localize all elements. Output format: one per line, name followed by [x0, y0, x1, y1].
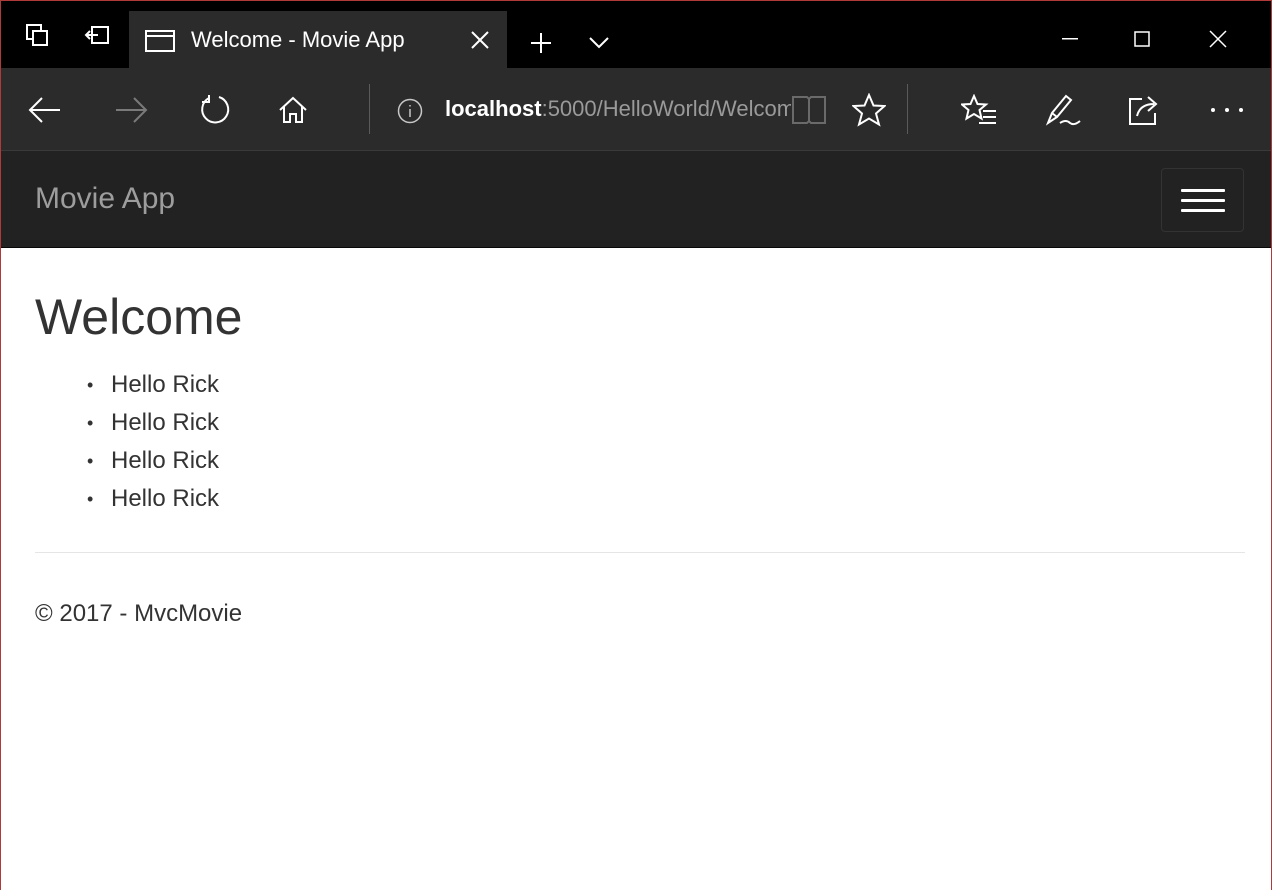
- address-path: :5000/HelloWorld/Welcome: [541, 96, 791, 121]
- more-button[interactable]: [1205, 88, 1249, 132]
- web-note-button[interactable]: [1041, 88, 1085, 132]
- favorite-star-icon: [852, 93, 886, 127]
- tab-manager-icon: [26, 24, 48, 46]
- info-icon: [397, 98, 423, 124]
- hamburger-icon-bar: [1180, 188, 1225, 192]
- active-tab[interactable]: Welcome - Movie App: [129, 11, 507, 69]
- close-tab-icon: [471, 31, 489, 49]
- new-tab-icon: [531, 33, 551, 53]
- new-tab-button[interactable]: [521, 23, 561, 63]
- home-button[interactable]: [271, 88, 315, 132]
- toolbar-divider: [369, 84, 370, 134]
- set-aside-tabs-icon: [84, 26, 109, 44]
- close-window-button[interactable]: [1195, 19, 1241, 59]
- favorites-hub-button[interactable]: [957, 88, 1001, 132]
- reading-view-icon: [792, 96, 826, 124]
- home-icon: [279, 96, 307, 123]
- list-item: Hello Rick: [87, 442, 219, 480]
- footer-copyright: © 2017 - MvcMovie: [35, 600, 243, 627]
- more-icon: [1211, 108, 1243, 112]
- address-bar[interactable]: localhost:5000/HelloWorld/Welcome: [445, 96, 791, 122]
- tab-list-chevron-icon: [589, 37, 609, 49]
- list-item: Hello Rick: [87, 366, 219, 404]
- hamburger-icon-bar: [1180, 208, 1225, 212]
- tab-list-button[interactable]: [581, 23, 617, 63]
- tab-title: Welcome - Movie App: [191, 27, 405, 52]
- nav-toggle-button[interactable]: [1161, 168, 1244, 232]
- tab-strip: Welcome - Movie App: [1, 0, 1271, 69]
- brand-link[interactable]: Movie App: [35, 182, 175, 216]
- maximize-button[interactable]: [1119, 19, 1165, 59]
- forward-button[interactable]: [109, 88, 153, 132]
- maximize-icon: [1134, 31, 1150, 47]
- tab-manager-button[interactable]: [19, 11, 55, 59]
- favorites-hub-icon: [961, 94, 996, 124]
- back-arrow-icon: [28, 97, 60, 123]
- pen-icon: [1045, 94, 1081, 126]
- browser-window: Welcome - Movie App localhost:5000/Hello…: [0, 0, 1272, 890]
- forward-arrow-icon: [116, 97, 148, 123]
- minimize-icon: [1062, 38, 1078, 40]
- reading-view-button[interactable]: [787, 88, 831, 132]
- close-window-icon: [1209, 30, 1227, 48]
- refresh-button[interactable]: [193, 88, 237, 132]
- list-item: Hello Rick: [87, 404, 219, 442]
- address-host: localhost: [445, 96, 542, 121]
- list-item: Hello Rick: [87, 480, 219, 518]
- greeting-list: Hello Rick Hello Rick Hello Rick Hello R…: [87, 366, 219, 518]
- share-icon: [1129, 96, 1158, 125]
- share-button[interactable]: [1123, 88, 1167, 132]
- hamburger-icon-bar: [1180, 198, 1225, 202]
- page-title: Welcome: [35, 289, 243, 345]
- site-navbar: Movie App: [1, 151, 1271, 248]
- back-button[interactable]: [23, 88, 67, 132]
- footer-divider: [35, 552, 1245, 553]
- set-aside-tabs-button[interactable]: [79, 11, 115, 59]
- close-tab-button[interactable]: [465, 25, 495, 55]
- add-favorite-button[interactable]: [847, 88, 891, 132]
- minimize-button[interactable]: [1047, 19, 1093, 59]
- toolbar-divider-2: [907, 84, 908, 134]
- browser-toolbar: localhost:5000/HelloWorld/Welcome: [1, 68, 1271, 151]
- refresh-icon: [201, 95, 230, 124]
- page-icon: [145, 30, 175, 52]
